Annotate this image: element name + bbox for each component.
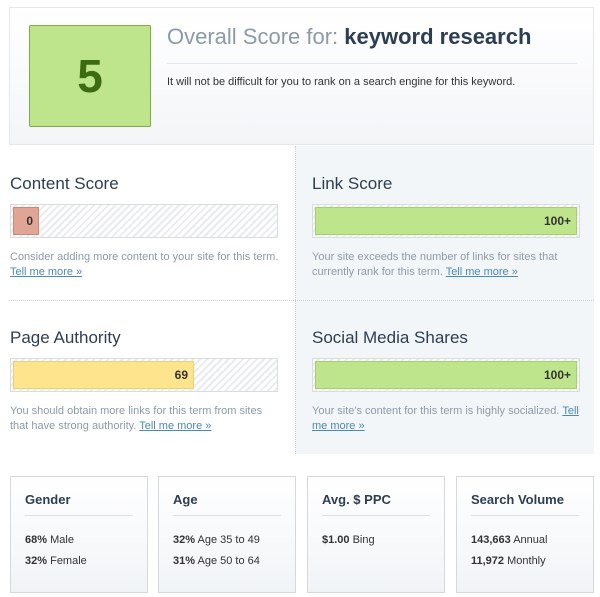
score-bar: 100+ (312, 204, 580, 238)
score-bar-fill: 69 (13, 361, 194, 389)
overall-score-value: 5 (29, 25, 151, 127)
stat-label: Annual (513, 534, 548, 546)
stat-line: 11,972 Monthly (471, 555, 546, 567)
divider (167, 63, 577, 64)
section-description: Your site exceeds the number of links fo… (312, 250, 582, 280)
link-score-section: Link Score 100+ Your site exceeds the nu… (296, 146, 594, 300)
score-bar-value: 100+ (543, 214, 571, 228)
stat-line: 68% Male (25, 534, 74, 546)
score-bar: 69 (10, 358, 278, 392)
stat-title: Search Volume (471, 492, 564, 507)
stat-label: Bing (352, 534, 375, 546)
page-authority-section: Page Authority 69 You should obtain more… (0, 300, 290, 454)
overall-title-prefix: Overall Score for: (167, 24, 339, 49)
social-shares-section: Social Media Shares 100+ Your site's con… (296, 300, 594, 454)
section-title: Page Authority (10, 328, 121, 347)
score-bar-value: 0 (26, 214, 33, 228)
score-bar-value: 69 (174, 368, 188, 382)
section-title: Content Score (10, 174, 119, 193)
description-text: Your site's content for this term is hig… (312, 405, 560, 417)
grid-divider-horizontal (9, 300, 594, 301)
stat-line: 32% Female (25, 555, 87, 567)
search-volume-stat-box: Search Volume 143,663 Annual 11,972 Mont… (456, 476, 594, 593)
section-title: Link Score (312, 174, 393, 193)
gender-stat-box: Gender 68% Male 32% Female (10, 476, 148, 593)
stat-value: $1.00 (322, 534, 350, 546)
score-bar-fill: 100+ (315, 207, 577, 235)
score-bar-fill: 0 (13, 207, 39, 235)
divider (322, 515, 430, 516)
divider (173, 515, 281, 516)
overall-description: It will not be difficult for you to rank… (167, 76, 516, 88)
stat-label: Age 50 to 64 (197, 555, 260, 567)
description-text: Your site exceeds the number of links fo… (312, 251, 558, 278)
stat-line: 31% Age 50 to 64 (173, 555, 260, 567)
tell-me-more-link[interactable]: Tell me more » (139, 420, 211, 432)
section-description: Consider adding more content to your sit… (10, 250, 280, 280)
overall-score-title: Overall Score for: keyword research (167, 24, 531, 50)
stat-value: 32% (25, 555, 48, 567)
description-text: You should obtain more links for this te… (10, 405, 263, 432)
stat-value: 68% (25, 534, 48, 546)
stat-value: 32% (173, 534, 196, 546)
ppc-stat-box: Avg. $ PPC $1.00 Bing (307, 476, 445, 593)
divider (25, 515, 133, 516)
section-description: You should obtain more links for this te… (10, 404, 280, 434)
overall-score-panel: 5 Overall Score for: keyword research It… (9, 7, 594, 145)
stat-line: 143,663 Annual (471, 534, 547, 546)
overall-keyword: keyword research (344, 24, 532, 49)
stat-value: 11,972 (471, 555, 505, 567)
tell-me-more-link[interactable]: Tell me more » (10, 266, 82, 278)
stat-label: Monthly (507, 555, 546, 567)
stat-label: Age 35 to 49 (197, 534, 260, 546)
score-bar-fill: 100+ (315, 361, 577, 389)
section-title: Social Media Shares (312, 328, 468, 347)
score-bar: 100+ (312, 358, 580, 392)
stat-value: 31% (173, 555, 196, 567)
age-stat-box: Age 32% Age 35 to 49 31% Age 50 to 64 (158, 476, 296, 593)
stat-label: Male (50, 534, 74, 546)
stat-title: Age (173, 492, 198, 507)
stat-line: 32% Age 35 to 49 (173, 534, 260, 546)
content-score-section: Content Score 0 Consider adding more con… (0, 146, 290, 300)
divider (471, 515, 579, 516)
stat-title: Gender (25, 492, 71, 507)
stat-title: Avg. $ PPC (322, 492, 391, 507)
score-bar-value: 100+ (543, 368, 571, 382)
stat-label: Female (50, 555, 87, 567)
stat-line: $1.00 Bing (322, 534, 375, 546)
stat-value: 143,663 (471, 534, 511, 546)
section-description: Your site's content for this term is hig… (312, 404, 582, 434)
score-bar: 0 (10, 204, 278, 238)
tell-me-more-link[interactable]: Tell me more » (446, 266, 518, 278)
description-text: Consider adding more content to your sit… (10, 251, 279, 263)
